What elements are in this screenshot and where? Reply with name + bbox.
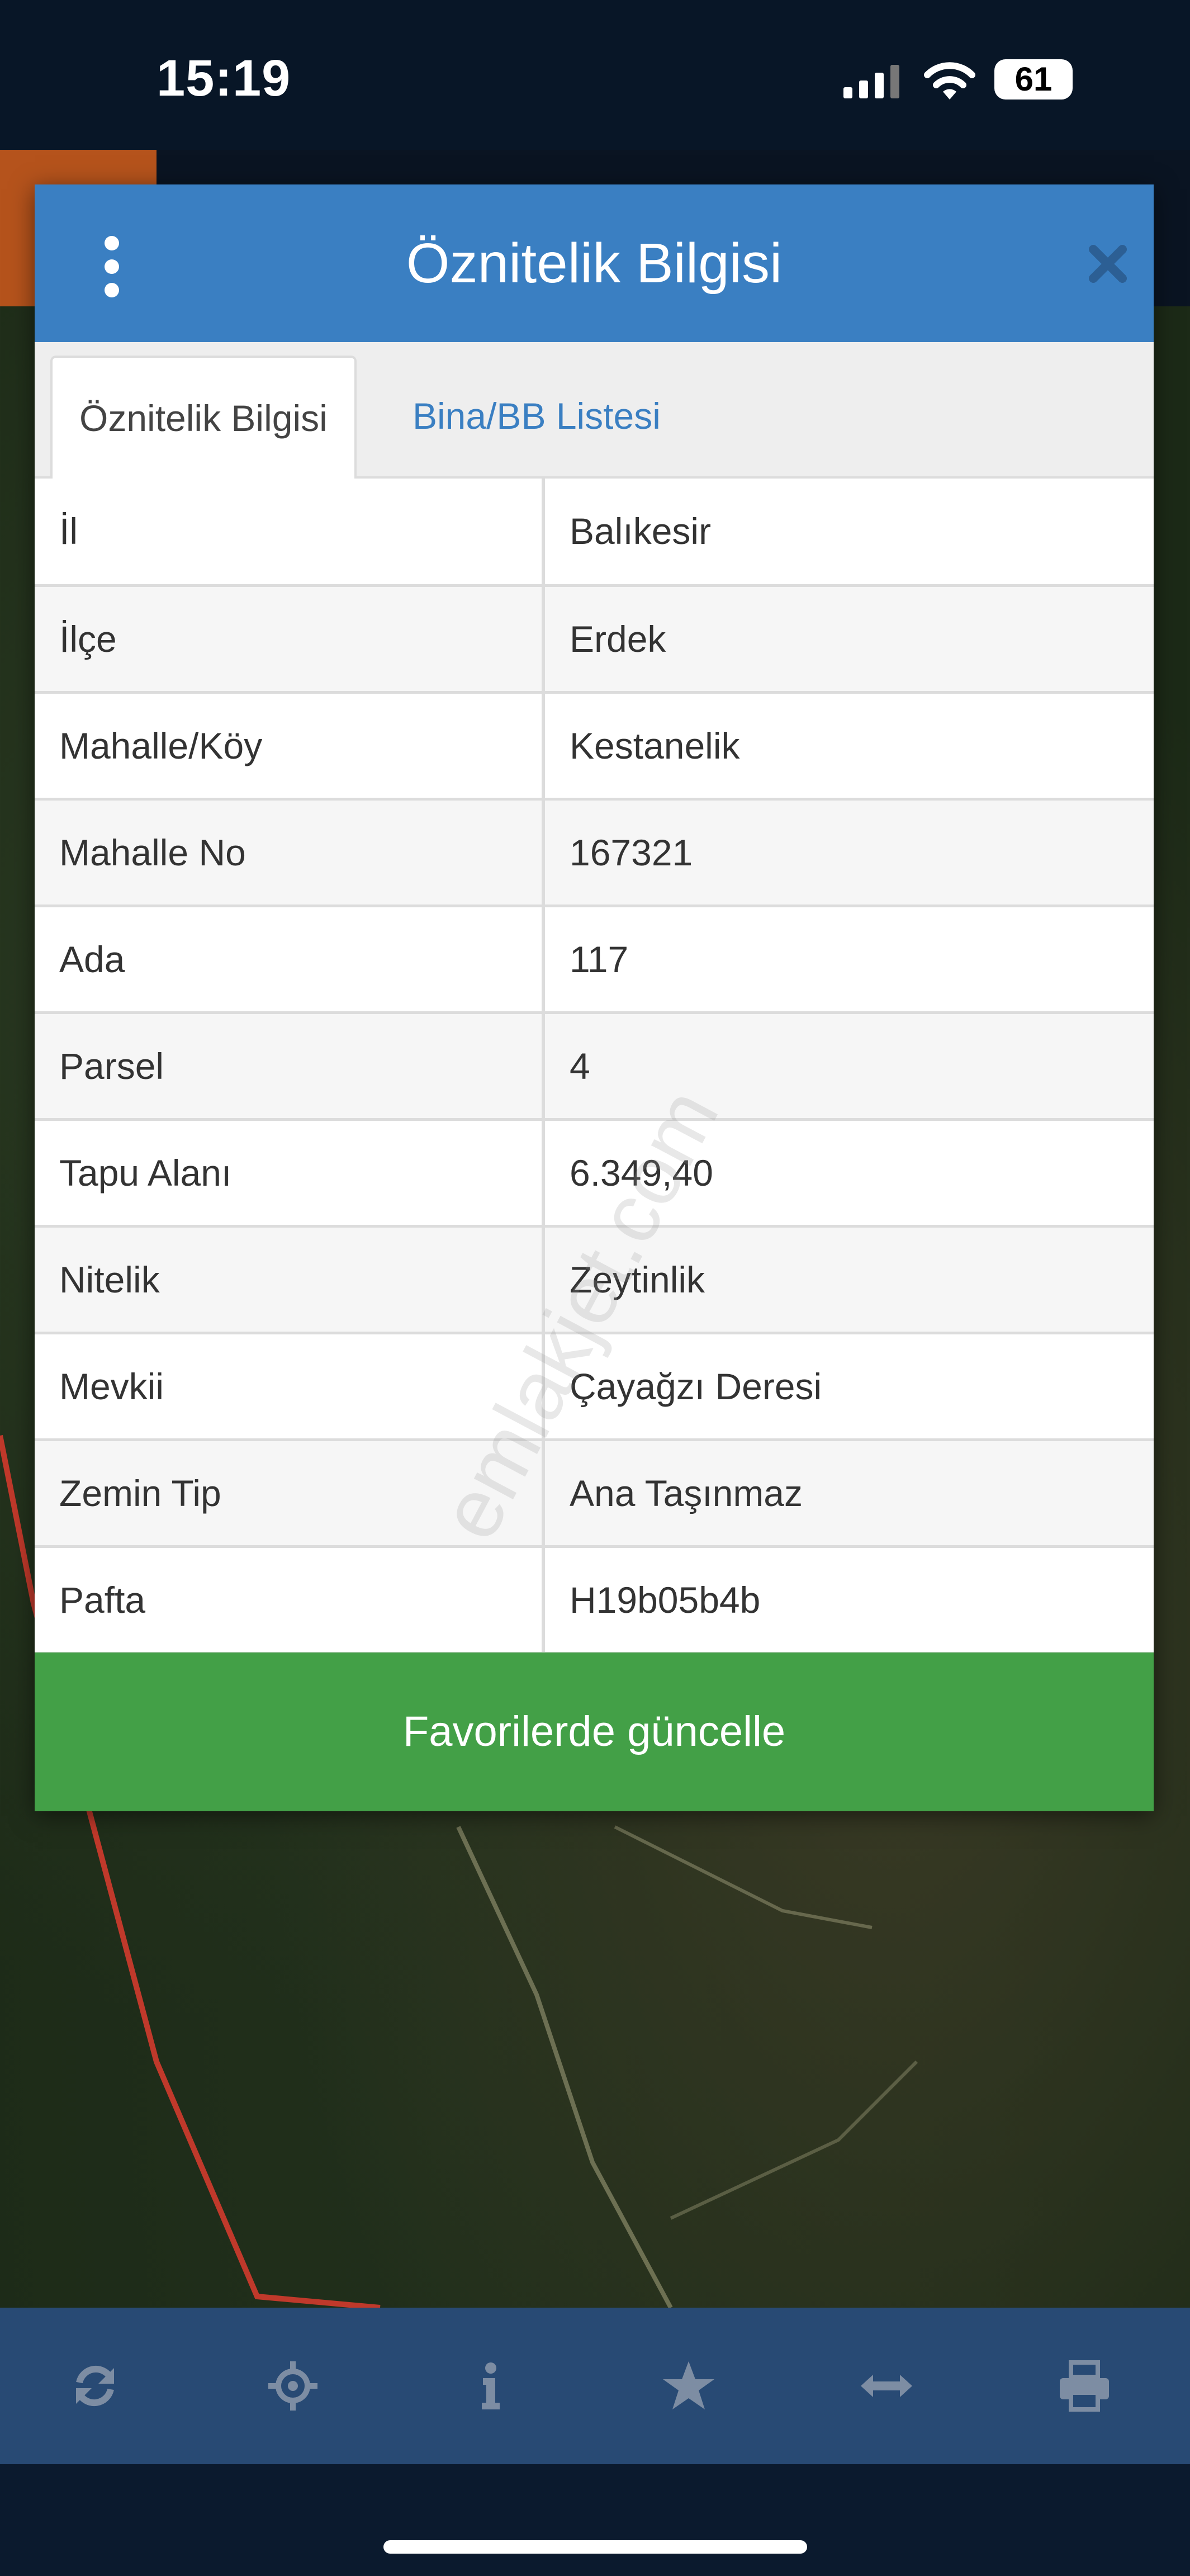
attr-value: Ana Taşınmaz	[543, 1439, 1154, 1548]
table-row: Pafta H19b05b4b	[35, 1546, 1154, 1655]
table-row: Parsel 4	[35, 1012, 1154, 1121]
close-icon[interactable]	[1085, 242, 1130, 286]
print-icon[interactable]	[1056, 2358, 1112, 2414]
map-road	[456, 1826, 673, 2308]
attr-key: Ada	[35, 906, 545, 1014]
locate-icon[interactable]	[265, 2358, 321, 2414]
table-row: İl Balıkesir	[35, 479, 1154, 587]
tab-building-list[interactable]: Bina/BB Listesi	[386, 356, 688, 476]
table-row: Zemin Tip Ana Taşınmaz	[35, 1439, 1154, 1548]
attr-key: Pafta	[35, 1546, 545, 1655]
cellular-signal-icon	[843, 65, 899, 98]
status-bar: 15:19 61	[0, 0, 1190, 150]
table-row: Mahalle No 167321	[35, 799, 1154, 907]
wifi-icon	[924, 62, 975, 100]
home-bar-area	[0, 2464, 1190, 2576]
battery-level: 61	[1014, 60, 1052, 98]
home-indicator[interactable]	[383, 2540, 807, 2554]
attr-value: 167321	[543, 799, 1154, 907]
dialog-header: Öznitelik Bilgisi	[35, 184, 1154, 342]
map-road	[614, 1825, 873, 1929]
tab-attribute-info[interactable]: Öznitelik Bilgisi	[50, 356, 357, 481]
attr-value: Balıkesir	[543, 479, 1154, 587]
refresh-icon[interactable]	[67, 2358, 123, 2414]
attr-key: İl	[35, 479, 545, 587]
status-time: 15:19	[157, 50, 291, 107]
attr-value: Erdek	[543, 585, 1154, 694]
attr-key: Tapu Alanı	[35, 1119, 545, 1228]
attr-value: 117	[543, 906, 1154, 1014]
attr-value: Çayağzı Deresi	[543, 1333, 1154, 1441]
attr-key: Mahalle/Köy	[35, 692, 545, 801]
table-row: Mahalle/Köy Kestanelik	[35, 692, 1154, 801]
attr-value: H19b05b4b	[543, 1546, 1154, 1655]
info-icon[interactable]	[463, 2358, 519, 2414]
dialog-tabs: Öznitelik Bilgisi Bina/BB Listesi	[35, 342, 1154, 481]
table-row: Ada 117	[35, 906, 1154, 1014]
attr-key: Parsel	[35, 1012, 545, 1121]
map-road	[670, 2060, 918, 2220]
battery-icon: 61	[994, 59, 1073, 100]
attribute-info-dialog: Öznitelik Bilgisi Öznitelik Bilgisi Bina…	[35, 184, 1154, 1811]
measure-icon[interactable]	[859, 2358, 914, 2414]
attr-key: İlçe	[35, 585, 545, 694]
attr-key: Mahalle No	[35, 799, 545, 907]
attr-value: Kestanelik	[543, 692, 1154, 801]
star-icon[interactable]	[661, 2358, 717, 2414]
update-favorites-button[interactable]: Favorilerde güncelle	[35, 1652, 1154, 1811]
dialog-title: Öznitelik Bilgisi	[406, 232, 783, 295]
table-row: İlçe Erdek	[35, 585, 1154, 694]
bottom-toolbar	[0, 2308, 1190, 2464]
attr-key: Nitelik	[35, 1226, 545, 1334]
attribute-table: İl Balıkesir İlçe Erdek Mahalle/Köy Kest…	[35, 479, 1154, 1655]
attr-value: 4	[543, 1012, 1154, 1121]
